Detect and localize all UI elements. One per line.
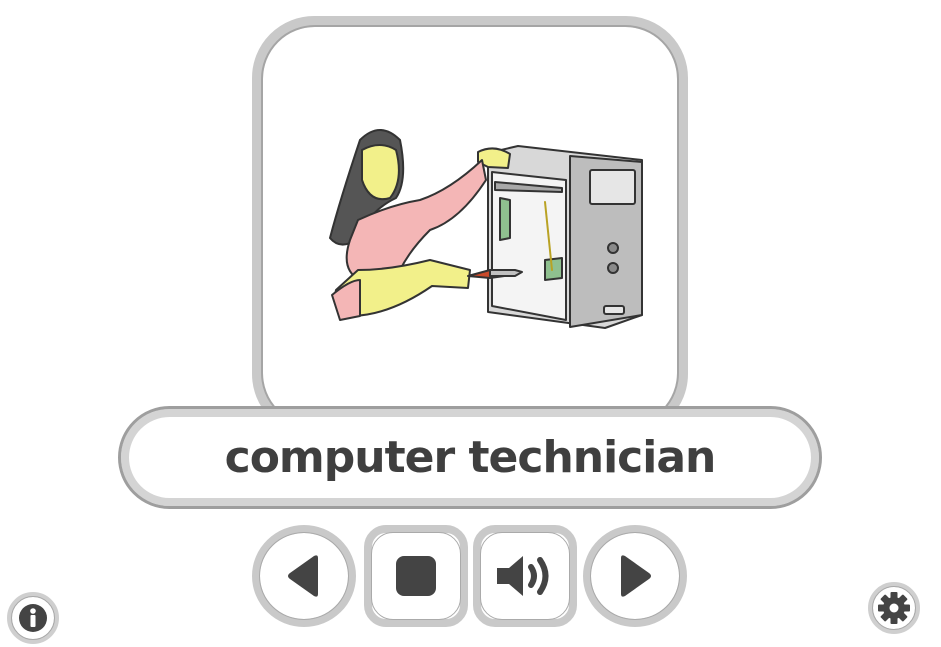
speak-button[interactable] (473, 525, 577, 627)
previous-button[interactable] (252, 525, 356, 627)
stop-button[interactable] (364, 525, 468, 627)
caption-bar: computer technician (118, 406, 822, 509)
computer-technician-illustration (329, 129, 643, 329)
triangle-right-icon (621, 555, 651, 597)
next-button[interactable] (583, 525, 687, 627)
info-icon (19, 604, 47, 632)
gear-icon (878, 592, 910, 624)
settings-button[interactable] (868, 582, 920, 634)
caption-text: computer technician (224, 432, 717, 483)
info-button[interactable] (7, 592, 59, 644)
speaker-icon (497, 556, 549, 596)
stop-square-icon (396, 556, 436, 596)
triangle-left-icon (288, 555, 318, 597)
